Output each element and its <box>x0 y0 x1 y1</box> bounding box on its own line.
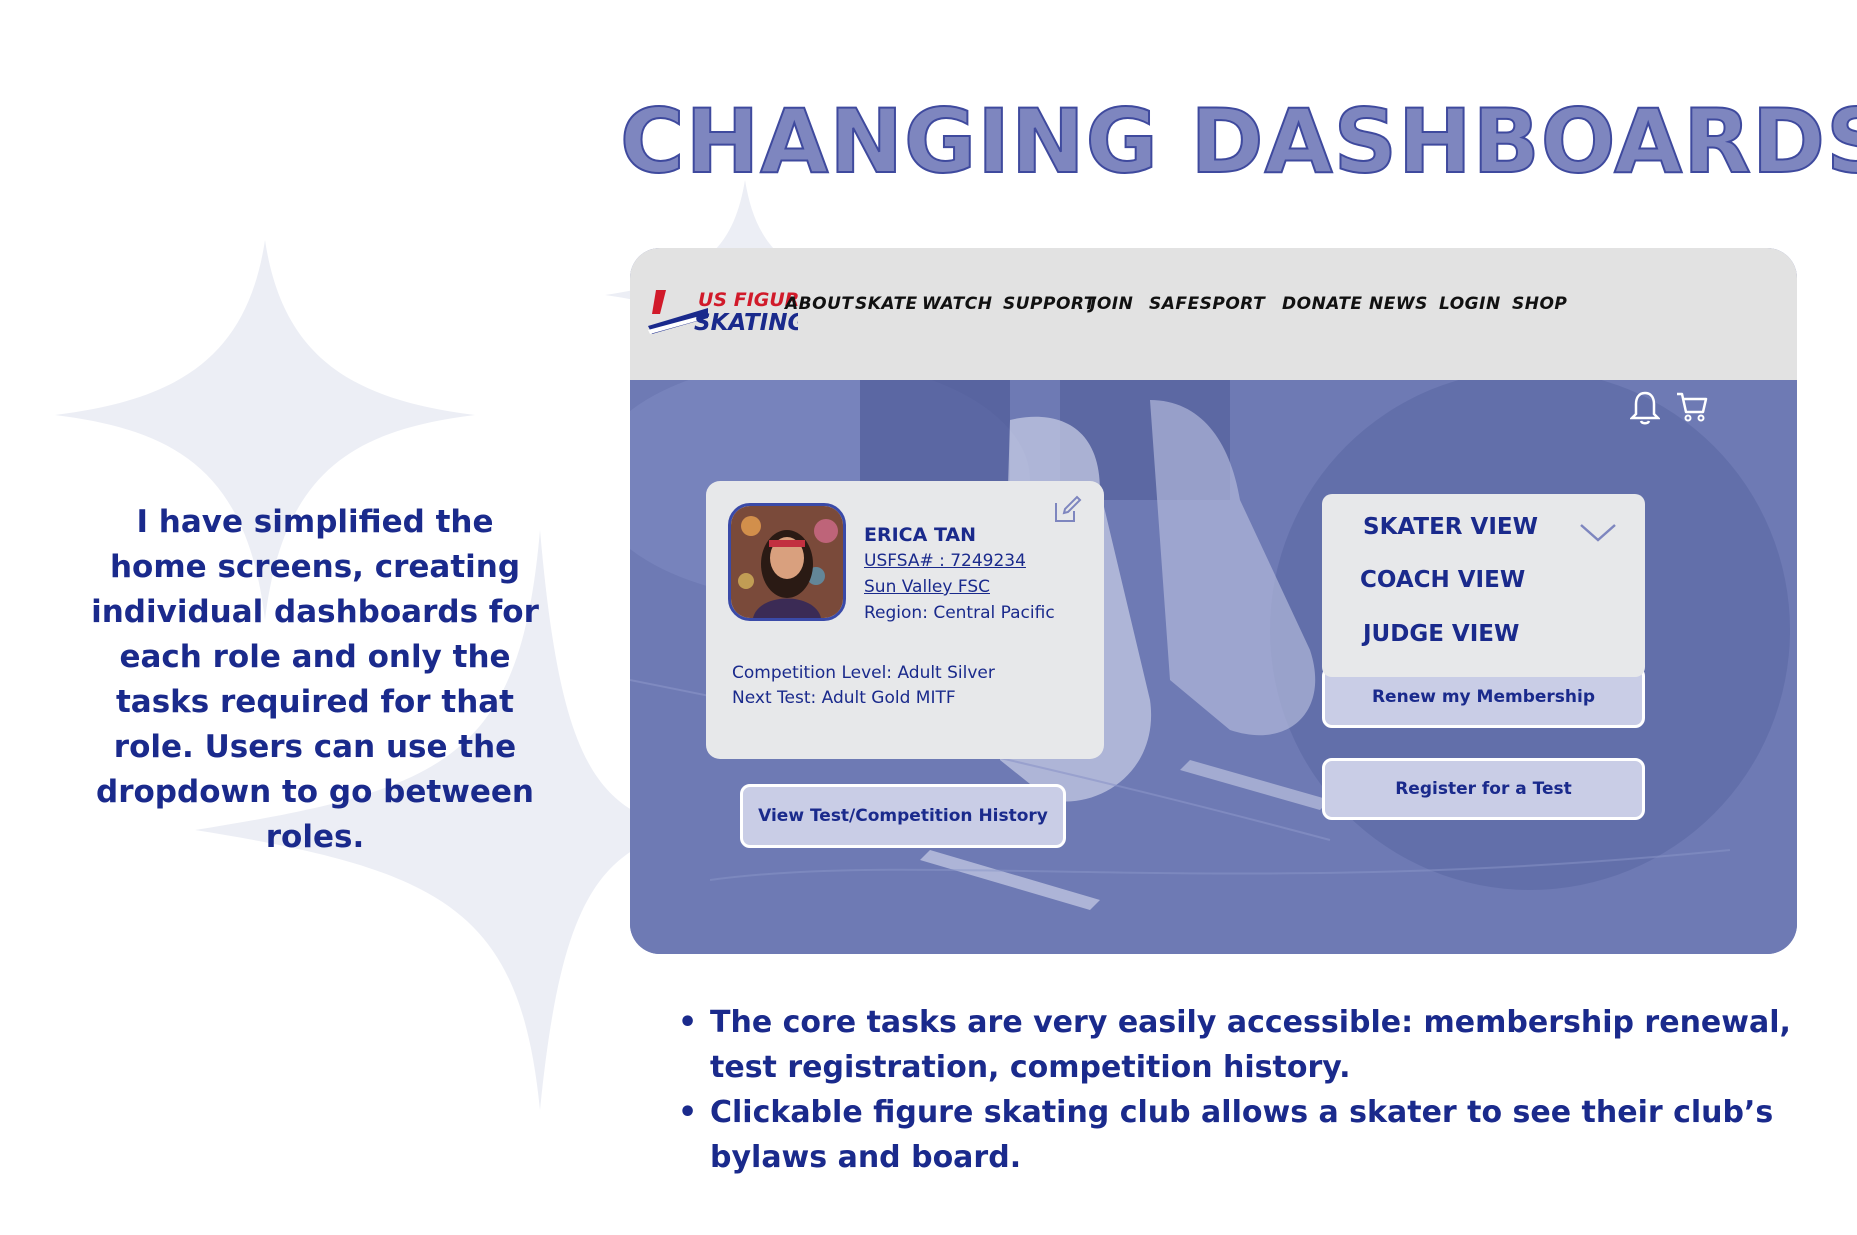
profile-card: ERICA TAN USFSA# : 7249234 Sun Valley FS… <box>706 481 1104 759</box>
usfsa-number-link[interactable]: USFSA# : 7249234 <box>864 551 1026 571</box>
role-option-judge[interactable]: JUDGE VIEW <box>1363 621 1519 647</box>
nav-join[interactable]: JOIN <box>1090 294 1133 314</box>
bell-icon[interactable] <box>1630 390 1660 426</box>
bullet-core-tasks: The core tasks are very easily accessibl… <box>678 1000 1808 1090</box>
role-option-skater[interactable]: SKATER VIEW <box>1363 514 1538 540</box>
feature-bullets: The core tasks are very easily accessibl… <box>678 1000 1808 1180</box>
club-link[interactable]: Sun Valley FSC <box>864 577 990 597</box>
logo-text-line2: SKATING <box>694 310 798 336</box>
competition-level-text: Competition Level: Adult Silver <box>732 663 995 683</box>
nav-skate[interactable]: SKATE <box>855 294 918 314</box>
slide-title: CHANGING DASHBOARDS <box>619 89 1857 194</box>
nav-news[interactable]: NEWS <box>1369 294 1428 314</box>
dashboard-mockup: US FIGURE SKATING ABOUT SKATE WATCH SUPP… <box>630 248 1797 954</box>
edit-icon[interactable] <box>1052 495 1082 525</box>
nav-donate[interactable]: DONATE <box>1282 294 1363 314</box>
intro-paragraph: I have simplified the home screens, crea… <box>91 504 539 855</box>
nav-safesport[interactable]: SAFESPORT <box>1149 294 1265 314</box>
us-figure-skating-logo[interactable]: US FIGURE SKATING <box>648 284 798 336</box>
cart-icon[interactable] <box>1675 390 1709 424</box>
region-text: Region: Central Pacific <box>864 603 1055 623</box>
role-dropdown[interactable]: SKATER VIEW COACH VIEW JUDGE VIEW <box>1322 494 1645 677</box>
navbar: US FIGURE SKATING ABOUT SKATE WATCH SUPP… <box>630 248 1797 380</box>
chevron-down-icon[interactable] <box>1579 522 1617 544</box>
nav-shop[interactable]: SHOP <box>1512 294 1567 314</box>
next-test-text: Next Test: Adult Gold MITF <box>732 688 956 708</box>
avatar <box>728 503 846 621</box>
nav-about[interactable]: ABOUT <box>785 294 853 314</box>
skater-name: ERICA TAN <box>864 524 977 546</box>
nav-watch[interactable]: WATCH <box>922 294 992 314</box>
role-option-coach[interactable]: COACH VIEW <box>1360 567 1525 593</box>
view-history-button[interactable]: View Test/Competition History <box>740 784 1066 848</box>
logo-text-line1: US FIGURE <box>698 289 798 311</box>
register-test-button[interactable]: Register for a Test <box>1322 758 1645 820</box>
nav-support[interactable]: SUPPORT <box>1003 294 1096 314</box>
bullet-clickable-club: Clickable figure skating club allows a s… <box>678 1090 1808 1180</box>
nav-login[interactable]: LOGIN <box>1439 294 1501 314</box>
